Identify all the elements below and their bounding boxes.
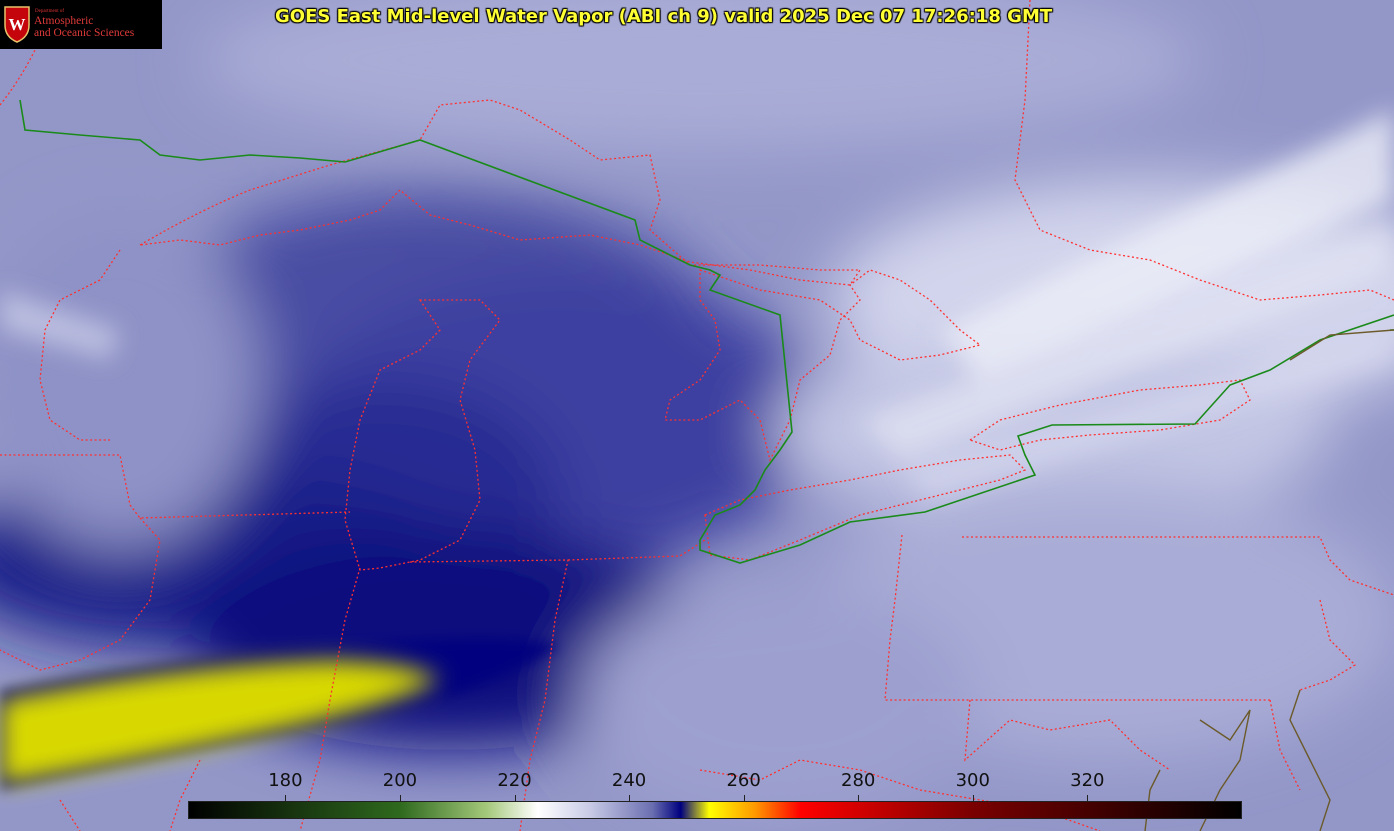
colorbar-tick	[285, 795, 287, 801]
colorbar-tick	[743, 795, 745, 801]
colorbar-tick-label: 320	[1070, 770, 1105, 791]
colorbar-tick-label: 220	[497, 770, 532, 791]
colorbar-tick	[629, 795, 631, 801]
colorbar-tick	[1087, 795, 1089, 801]
uw-aos-logo: W Department of Atmospheric and Oceanic …	[0, 0, 162, 49]
water-vapor-map	[0, 0, 1394, 831]
logo-line-2: and Oceanic Sciences	[34, 27, 135, 39]
colorbar-tick	[399, 795, 401, 801]
colorbar-tick-label: 300	[955, 770, 990, 791]
colorbar-tick	[972, 795, 974, 801]
temperature-colorbar	[188, 801, 1242, 819]
colorbar-tick-label: 280	[841, 770, 876, 791]
logo-department-line: Department of	[35, 9, 65, 14]
uw-crest-icon: W	[4, 6, 30, 43]
colorbar-tick-label: 200	[382, 770, 418, 791]
colorbar-tick-label: 180	[268, 770, 303, 791]
svg-text:W: W	[9, 15, 26, 34]
colorbar-tick-label: 240	[611, 770, 647, 791]
image-title: GOES East Mid-level Water Vapor (ABI ch …	[275, 6, 1053, 27]
colorbar-tick	[858, 795, 860, 801]
logo-line-1: Atmospheric	[34, 15, 94, 27]
colorbar-tick	[514, 795, 516, 801]
colorbar-tick-label: 260	[726, 770, 761, 791]
